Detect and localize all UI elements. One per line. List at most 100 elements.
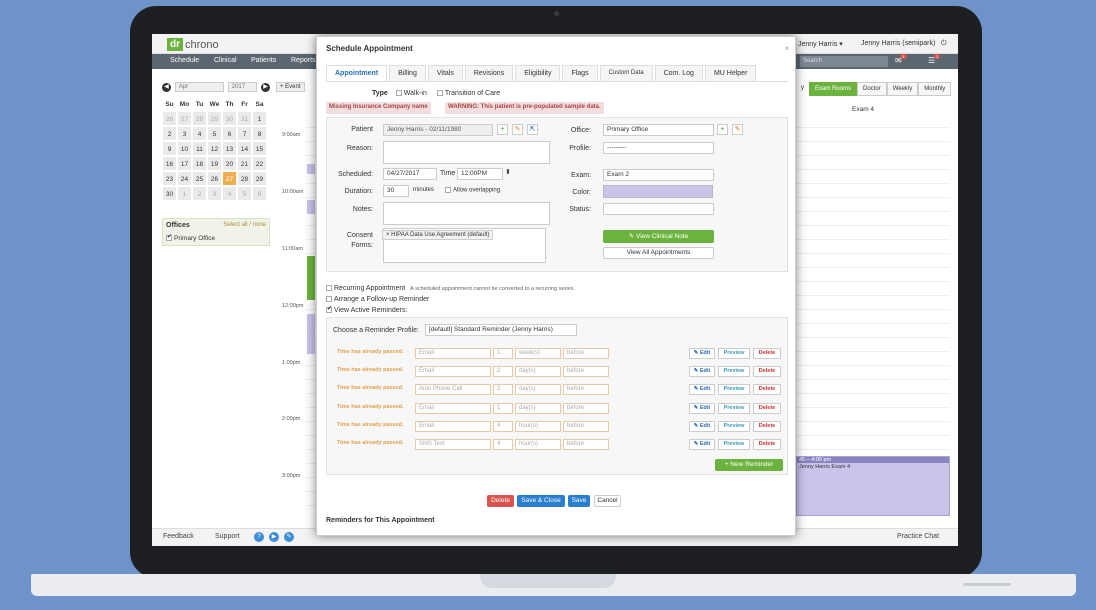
edit-patient-icon[interactable]: ✎ bbox=[512, 124, 523, 135]
reminder-unit[interactable]: hour(s) bbox=[515, 439, 561, 450]
recurring-checkbox[interactable] bbox=[326, 285, 332, 292]
view-tab-day[interactable]: y bbox=[796, 82, 809, 96]
calendar-day[interactable]: 12 bbox=[207, 141, 222, 156]
active-reminders-option[interactable]: View Active Reminders: bbox=[326, 305, 407, 314]
calendar-day[interactable]: 23 bbox=[162, 171, 177, 186]
reminder-edit-button[interactable]: ✎ Edit bbox=[689, 420, 715, 432]
tab-eligibility[interactable]: Eligibility bbox=[515, 65, 561, 81]
reminder-when[interactable]: before bbox=[563, 366, 609, 378]
reminder-number[interactable]: 4 bbox=[493, 420, 513, 432]
nav-patients[interactable]: Patients bbox=[251, 57, 276, 64]
calendar-day[interactable]: 27 bbox=[222, 171, 237, 186]
reminder-method[interactable]: Email bbox=[415, 366, 491, 378]
schedule-event[interactable] bbox=[307, 256, 315, 300]
followup-option[interactable]: Arrange a Follow-up Reminder bbox=[326, 296, 429, 303]
add-event-button[interactable]: + Event bbox=[276, 82, 305, 92]
schedule-event[interactable]: 45 – 4:00 pm Jenny Harris Exam 4 bbox=[796, 456, 950, 516]
calendar-day[interactable]: 11 bbox=[192, 141, 207, 156]
reminder-delete-button[interactable]: Delete bbox=[753, 402, 781, 414]
time-input[interactable]: 12:00PM bbox=[457, 168, 503, 180]
calendar-day[interactable]: 16 bbox=[162, 156, 177, 171]
calendar-day[interactable]: 19 bbox=[207, 156, 222, 171]
reminder-unit[interactable]: week(s) bbox=[515, 348, 561, 359]
view-tab-doctor[interactable]: Doctor bbox=[857, 82, 887, 96]
reminder-number[interactable]: 1 bbox=[493, 402, 513, 414]
reminder-preview-button[interactable]: Preview bbox=[718, 420, 750, 432]
reminder-when[interactable]: before bbox=[563, 439, 609, 450]
calendar-day[interactable]: 3 bbox=[177, 126, 192, 141]
recurring-option[interactable]: Recurring Appointment A scheduled appoin… bbox=[326, 285, 575, 292]
calendar-day[interactable]: 27 bbox=[177, 111, 192, 126]
nav-reports[interactable]: Reports bbox=[291, 57, 316, 64]
calendar-day[interactable]: 13 bbox=[222, 141, 237, 156]
reminder-edit-button[interactable]: ✎ Edit bbox=[689, 402, 715, 414]
calendar-day[interactable]: 24 bbox=[177, 171, 192, 186]
mail-icon[interactable]: ✉ 1 bbox=[895, 54, 907, 65]
walk-in-checkbox[interactable] bbox=[395, 90, 402, 97]
reminder-method[interactable]: Email bbox=[415, 402, 491, 414]
calendar-day[interactable]: 30 bbox=[162, 186, 177, 201]
reminder-when[interactable]: before bbox=[563, 402, 609, 414]
nav-clinical[interactable]: Clinical bbox=[214, 57, 237, 64]
close-icon[interactable]: × bbox=[784, 44, 789, 53]
reminder-preview-button[interactable]: Preview bbox=[718, 366, 750, 378]
calendar-day[interactable]: 20 bbox=[222, 156, 237, 171]
drchrono-logo[interactable]: dr chrono bbox=[167, 38, 219, 51]
tab-com-log[interactable]: Com. Log bbox=[654, 65, 703, 81]
allow-overlap-checkbox[interactable] bbox=[445, 187, 451, 193]
prev-month-icon[interactable]: ◀ bbox=[162, 82, 171, 92]
tab-custom-data[interactable]: Custom Data bbox=[599, 65, 653, 81]
cancel-button[interactable]: Cancel bbox=[594, 495, 621, 507]
schedule-event[interactable] bbox=[307, 314, 315, 354]
tab-revisions[interactable]: Revisions bbox=[464, 65, 514, 81]
reminder-preview-button[interactable]: Preview bbox=[718, 348, 750, 359]
add-office-icon[interactable]: + bbox=[717, 124, 728, 135]
reminder-delete-button[interactable]: Delete bbox=[753, 420, 781, 432]
active-reminders-checkbox[interactable] bbox=[326, 305, 332, 314]
nav-schedule[interactable]: Schedule bbox=[170, 57, 199, 64]
calendar-day[interactable]: 22 bbox=[252, 156, 267, 171]
reminder-unit[interactable]: day(s) bbox=[515, 402, 561, 414]
tab-flags[interactable]: Flags bbox=[562, 65, 598, 81]
calendar-day[interactable]: 31 bbox=[237, 111, 252, 126]
calendar-day[interactable]: 29 bbox=[207, 111, 222, 126]
open-patient-icon[interactable]: ⇱ bbox=[527, 124, 538, 135]
reminder-edit-button[interactable]: ✎ Edit bbox=[689, 384, 715, 396]
consent-tag[interactable]: × HIPAA Data Use Agreement (default) bbox=[382, 230, 494, 240]
add-patient-icon[interactable]: + bbox=[497, 124, 508, 135]
calendar-day[interactable]: 10 bbox=[177, 141, 192, 156]
calendar-day[interactable]: 14 bbox=[237, 141, 252, 156]
calendar-day[interactable]: 8 bbox=[252, 126, 267, 141]
reminder-delete-button[interactable]: Delete bbox=[753, 348, 781, 359]
menu-icon[interactable]: ☰ 1 bbox=[928, 54, 941, 65]
calendar-day[interactable]: 4 bbox=[222, 186, 237, 201]
calendar-day[interactable]: 5 bbox=[237, 186, 252, 201]
reminder-method[interactable]: SMS Text bbox=[415, 439, 491, 450]
reason-textarea[interactable] bbox=[383, 141, 550, 164]
reminder-profile-select[interactable]: [default] Standard Reminder (Jenny Harri… bbox=[425, 324, 577, 336]
reminder-number[interactable]: 1 bbox=[493, 348, 513, 359]
patient-input[interactable]: Jenny Harris - 02/11/1980 bbox=[383, 124, 493, 136]
reminder-when[interactable]: before bbox=[563, 348, 609, 359]
calendar-day[interactable]: 2 bbox=[162, 126, 177, 141]
reminder-number[interactable]: 2 bbox=[493, 384, 513, 396]
reminder-method[interactable]: Auto Phone Call bbox=[415, 384, 491, 396]
calendar-day[interactable]: 3 bbox=[207, 186, 222, 201]
reminder-delete-button[interactable]: Delete bbox=[753, 384, 781, 396]
calendar-day[interactable]: 5 bbox=[207, 126, 222, 141]
duration-input[interactable]: 30 bbox=[383, 185, 409, 197]
tab-vitals[interactable]: Vitals bbox=[427, 65, 463, 81]
save-close-button[interactable]: Save & Close bbox=[517, 495, 565, 507]
calendar-day[interactable]: 17 bbox=[177, 156, 192, 171]
practice-chat[interactable]: Practice Chat bbox=[897, 533, 939, 540]
search-input[interactable]: Search bbox=[800, 56, 888, 67]
calendar-day[interactable]: 28 bbox=[192, 111, 207, 126]
calendar-day[interactable]: 6 bbox=[252, 186, 267, 201]
view-all-appointments-button[interactable]: View All Appointments bbox=[603, 247, 714, 259]
transition-checkbox[interactable] bbox=[436, 90, 443, 97]
office-checkbox[interactable] bbox=[166, 233, 172, 242]
office-input[interactable]: Primary Office bbox=[603, 124, 714, 136]
transition-option[interactable]: Transition of Care bbox=[436, 90, 500, 97]
reminder-edit-button[interactable]: ✎ Edit bbox=[689, 366, 715, 378]
reminder-preview-button[interactable]: Preview bbox=[718, 402, 750, 414]
